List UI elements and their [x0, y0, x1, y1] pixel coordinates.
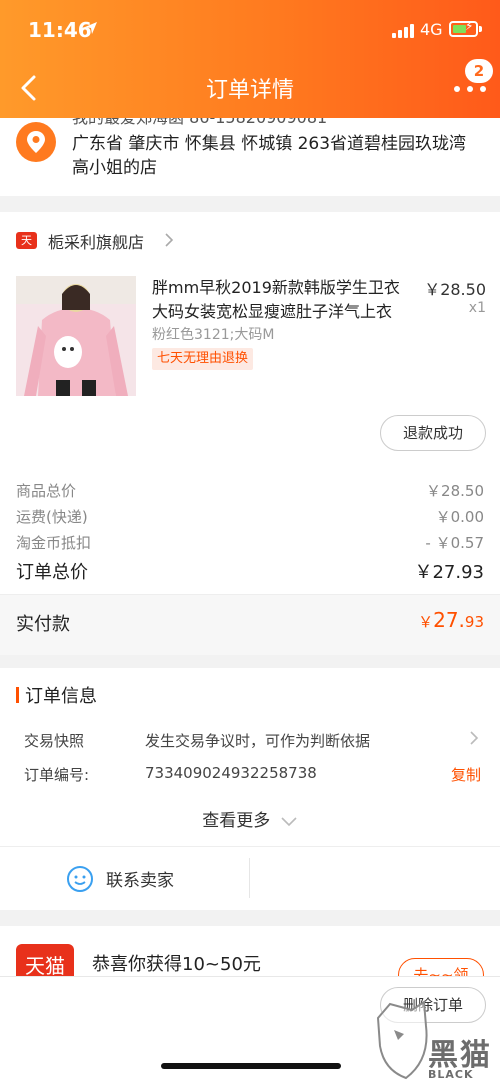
refund-status-button[interactable]: 退款成功: [380, 415, 486, 451]
watermark-subtext: BLACK CAT: [428, 1068, 474, 1082]
app-header: 11:46 4G ⚡ 订单详情 2: [0, 0, 500, 118]
snapshot-label[interactable]: 交易快照: [24, 730, 84, 751]
section-title: 订单信息: [25, 686, 97, 707]
summary-label: 淘金币抵扣: [16, 534, 92, 552]
product-photo: [16, 276, 136, 396]
tmall-logo-icon: 天猫: [16, 232, 37, 264]
shop-name[interactable]: 栀采利旗舰店: [48, 229, 144, 253]
signal-icon: [392, 24, 414, 38]
summary-value: - ￥0.57: [425, 534, 484, 552]
battery-icon: ⚡: [449, 19, 478, 37]
snapshot-desc[interactable]: 发生交易争议时，可作为判断依据: [145, 730, 370, 751]
order-number: 733409024932258738: [145, 764, 317, 782]
see-more-label: 查看更多: [202, 811, 271, 831]
order-card: 天猫 栀采利旗舰店 胖mm早秋2019新款韩版学生卫衣大码女装宽松显瘦遮肚子洋气…: [0, 212, 500, 655]
summary-value: ￥0.00: [435, 508, 484, 526]
section-accent-bar: [16, 687, 19, 703]
contact-seller-button[interactable]: 联系卖家: [106, 866, 174, 891]
promo-text: 恭喜你获得10~50元: [92, 954, 261, 975]
product-quantity: x1: [468, 300, 486, 316]
battery-tip: [479, 26, 482, 32]
order-number-label: 订单编号:: [24, 766, 90, 784]
network-label: 4G: [420, 20, 443, 39]
paid-label: 实付款: [16, 614, 70, 635]
product-title[interactable]: 胖mm早秋2019新款韩版学生卫衣大码女装宽松显瘦遮肚子洋气上衣: [152, 276, 407, 324]
paid-dec: 93: [464, 613, 484, 631]
summary-label: 运费(快递): [16, 508, 88, 526]
status-time: 11:46: [28, 18, 92, 42]
summary-label: 商品总价: [16, 482, 77, 500]
address-text: 广东省 肇庆市 怀集县 怀城镇 263省道碧桂园玖珑湾高小姐的店: [72, 134, 467, 178]
paid-currency: ￥: [418, 613, 434, 631]
order-info-card: 订单信息 交易快照 发生交易争议时，可作为判断依据 订单编号: 73340902…: [0, 668, 500, 910]
chevron-right-icon[interactable]: [162, 232, 176, 248]
product-image[interactable]: [16, 276, 136, 396]
notification-badge: 2: [465, 59, 493, 83]
total-value: ￥27.93: [414, 562, 484, 583]
location-pin-icon: [16, 122, 56, 162]
product-price: ￥28.50: [424, 280, 486, 299]
location-arrow-icon: [85, 22, 97, 34]
chevron-down-icon: [281, 817, 297, 827]
chat-face-icon[interactable]: [66, 865, 94, 893]
divider: [249, 858, 250, 898]
status-bar: 11:46 4G ⚡: [0, 0, 500, 60]
divider: [0, 846, 500, 847]
product-sku: 粉红色3121;大码M: [152, 327, 275, 343]
total-label: 订单总价: [16, 562, 88, 583]
home-indicator[interactable]: [161, 1063, 341, 1069]
summary-value: ￥28.50: [426, 482, 484, 500]
page-title: 订单详情: [205, 78, 294, 103]
paid-int: 27.: [433, 608, 465, 632]
paid-amount: ￥27.93: [418, 608, 484, 632]
return-policy-tag: 七天无理由退换: [152, 348, 254, 370]
chevron-right-icon[interactable]: [468, 730, 480, 746]
copy-button[interactable]: 复制: [451, 764, 481, 785]
see-more-button[interactable]: 查看更多: [0, 806, 500, 831]
